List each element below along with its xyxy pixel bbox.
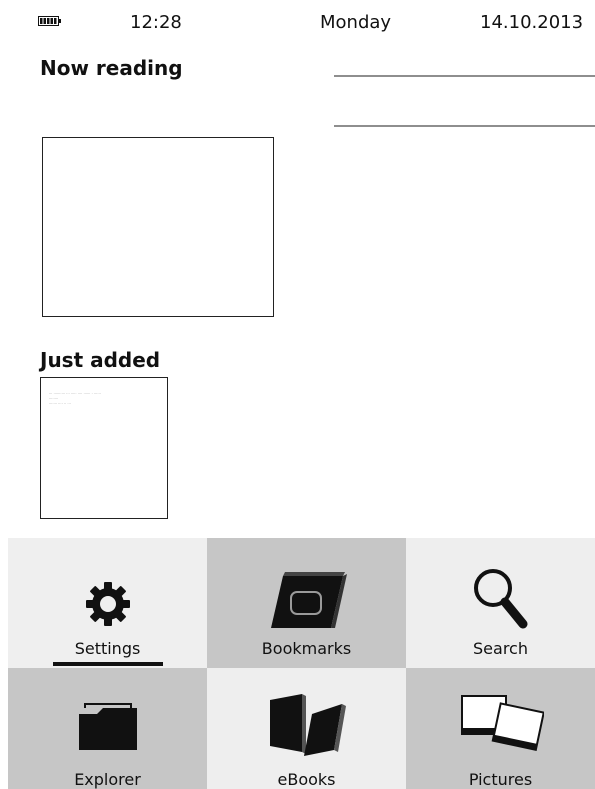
divider-line (334, 75, 595, 77)
selection-underline (53, 662, 163, 666)
search-label: Search (473, 639, 528, 658)
divider-line (334, 125, 595, 127)
now-reading-heading: Now reading (40, 56, 183, 80)
cover-text-line: ....... .... .. ... (49, 401, 71, 405)
weekday: Monday (320, 12, 392, 33)
ebooks-label: eBooks (277, 770, 336, 789)
explorer-label: Explorer (74, 770, 141, 789)
settings-label: Settings (74, 639, 141, 658)
main-menu-grid: Settings Bookmarks Search Explorer eBook… (8, 538, 595, 789)
clock-time: 12:28 (130, 12, 182, 33)
book-icon (270, 572, 347, 628)
folder-icon (78, 703, 137, 750)
magnifier-icon (473, 569, 527, 629)
explorer-tile[interactable]: Explorer (8, 668, 207, 789)
settings-tile[interactable]: Settings (8, 538, 207, 668)
pictures-icon (460, 695, 544, 751)
search-tile[interactable]: Search (406, 538, 595, 668)
now-reading-cover[interactable] (42, 137, 274, 317)
gear-icon (85, 582, 130, 626)
just-added-cover[interactable]: ... .......... ... ..... .... ...... . .… (40, 377, 168, 519)
pictures-label: Pictures (468, 770, 533, 789)
pictures-tile[interactable]: Pictures (406, 668, 595, 789)
status-bar: 12:28 Monday 14.10.2013 (0, 0, 595, 40)
bookmarks-label: Bookmarks (261, 639, 352, 658)
bookmarks-tile[interactable]: Bookmarks (207, 538, 406, 668)
battery-icon (38, 16, 61, 26)
just-added-heading: Just added (40, 348, 161, 372)
books-icon (269, 694, 346, 756)
ebooks-tile[interactable]: eBooks (207, 668, 406, 789)
date: 14.10.2013 (480, 12, 584, 33)
